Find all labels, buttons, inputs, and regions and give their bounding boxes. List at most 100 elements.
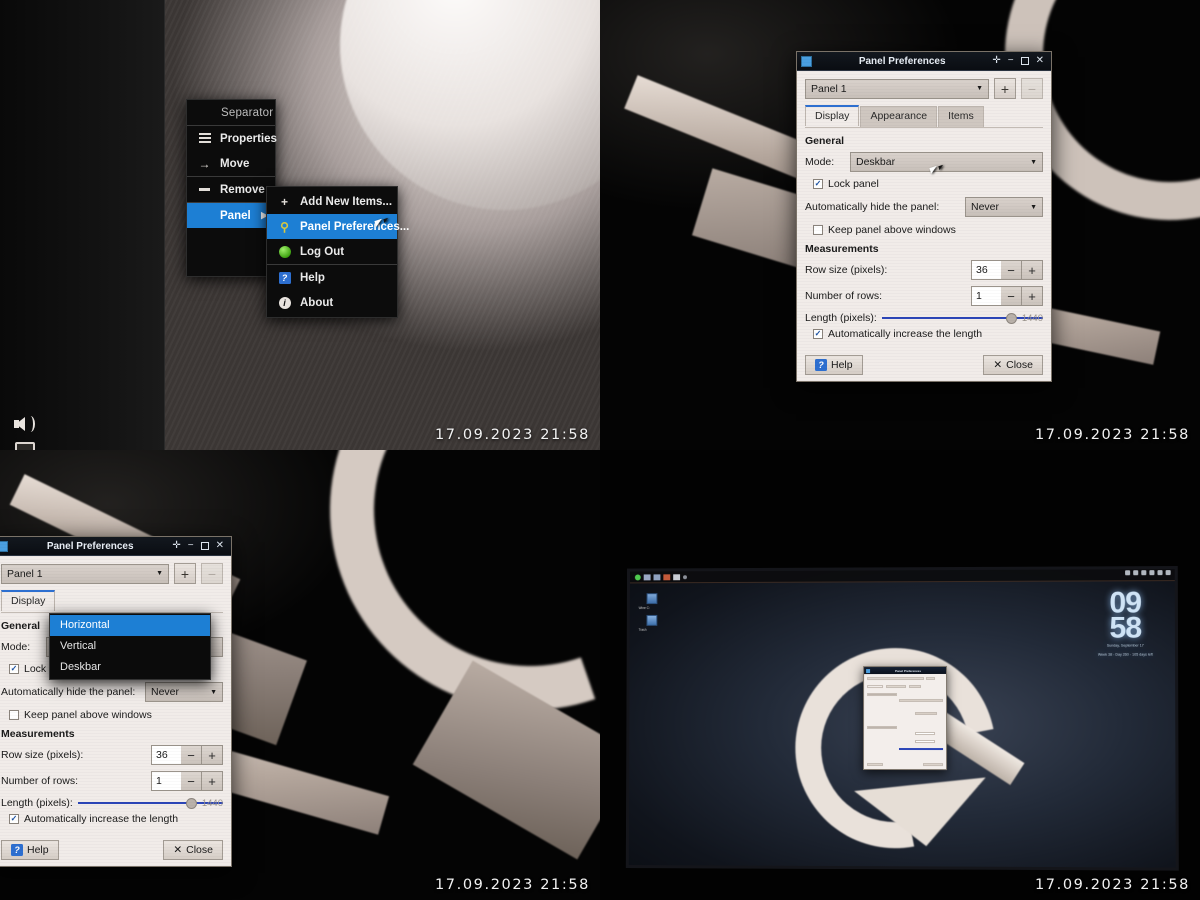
submenu-item-log-out[interactable]: Log Out — [267, 239, 397, 264]
auto-increase-checkbox[interactable] — [813, 329, 823, 339]
lock-panel-checkbox[interactable] — [813, 179, 823, 189]
tab-display[interactable]: Display — [805, 105, 860, 126]
length-label: Length (pixels): — [805, 312, 877, 324]
panel-launcher-2[interactable] — [653, 573, 661, 580]
row-size-decrement[interactable]: − — [1001, 260, 1022, 280]
panel-launcher-3[interactable] — [663, 573, 671, 580]
panel-launcher-1[interactable] — [643, 573, 651, 580]
num-rows-stepper[interactable]: 1 − + — [151, 771, 223, 791]
timestamp-overlay: 17.09.2023 21:58 — [1034, 877, 1190, 893]
desktop-icon-wine-c[interactable] — [646, 593, 658, 605]
auto-increase-checkbox[interactable] — [9, 814, 19, 824]
row-size-value[interactable]: 36 — [151, 745, 181, 765]
minimize-icon[interactable]: − — [1008, 56, 1014, 66]
tray-icon-6[interactable] — [1165, 570, 1171, 576]
tray-icon-3[interactable] — [1141, 570, 1147, 576]
tray-icon-1[interactable] — [1125, 570, 1131, 576]
system-tray[interactable] — [1125, 570, 1171, 576]
row-size-increment[interactable]: + — [202, 745, 223, 765]
length-label: Length (pixels): — [1, 797, 73, 809]
help-button[interactable]: ? Help — [1, 840, 59, 860]
dialog-titlebar[interactable]: Panel Preferences ✛ − ✕ — [0, 537, 231, 556]
panel-submenu[interactable]: + Add New Items... ⚲ Panel Preferences..… — [266, 186, 409, 318]
menu-item-properties[interactable]: Properties — [187, 126, 277, 151]
applications-menu-icon[interactable] — [634, 573, 641, 580]
num-rows-value[interactable]: 1 — [151, 771, 181, 791]
maximize-icon[interactable] — [1020, 57, 1029, 65]
num-rows-increment[interactable]: + — [202, 771, 223, 791]
autohide-select[interactable]: Never ▼ — [965, 197, 1043, 217]
volume-icon[interactable] — [14, 413, 36, 435]
menu-item-remove[interactable]: Remove — [187, 176, 275, 202]
keep-above-checkbox[interactable] — [9, 710, 19, 720]
dialog-titlebar[interactable]: Panel Preferences ✛ − ✕ — [797, 52, 1051, 71]
panel-preferences-dialog[interactable]: Panel Preferences ✛ − ✕ Panel 1 ▼ + − Di… — [0, 536, 232, 867]
add-panel-button[interactable]: + — [994, 78, 1016, 99]
help-button[interactable]: ? Help — [805, 355, 863, 375]
mini-panel-preferences-dialog[interactable]: Panel Preferences — [863, 665, 948, 771]
num-rows-increment[interactable]: + — [1022, 286, 1043, 306]
tray-icon-5[interactable] — [1157, 570, 1163, 576]
slider-knob[interactable] — [1006, 312, 1017, 324]
dropdown-option-vertical[interactable]: Vertical — [50, 636, 210, 657]
lock-panel-checkbox[interactable] — [9, 664, 19, 674]
panel-select[interactable]: Panel 1 ▼ — [1, 563, 169, 584]
auto-increase-row[interactable]: Automatically increase the length — [813, 328, 1043, 340]
submenu-item-add-new-items[interactable]: + Add New Items... — [267, 189, 397, 214]
display-icon[interactable] — [14, 437, 36, 450]
stick-icon[interactable]: ✛ — [992, 56, 1000, 66]
row-size-value[interactable]: 36 — [971, 260, 1001, 280]
num-rows-decrement[interactable]: − — [181, 771, 202, 791]
submenu-item-help[interactable]: ? Help — [267, 264, 397, 290]
tab-display[interactable]: Display — [1, 590, 56, 611]
tray-icon-2[interactable] — [1133, 570, 1139, 576]
keep-above-row[interactable]: Keep panel above windows — [9, 709, 223, 721]
close-button[interactable]: ✕ Close — [983, 355, 1043, 375]
num-rows-decrement[interactable]: − — [1001, 286, 1022, 306]
desktop-icon-trash[interactable] — [646, 614, 658, 626]
menu-item-panel[interactable]: Panel ▶ — [187, 202, 275, 228]
length-slider[interactable]: 1440 — [881, 311, 1043, 325]
close-icon[interactable]: ✕ — [1036, 56, 1044, 66]
tab-items[interactable]: Items — [938, 106, 984, 127]
arrow-right-icon: → — [198, 156, 211, 171]
length-slider[interactable]: 1440 — [77, 796, 223, 810]
panel-select[interactable]: Panel 1 ▼ — [805, 78, 989, 99]
tray-icon-4[interactable] — [1149, 570, 1155, 576]
dropdown-option-deskbar[interactable]: Deskbar — [50, 657, 210, 678]
panel-context-menu[interactable]: Separator Properties → Move Remove Panel… — [186, 99, 277, 277]
mode-dropdown-list[interactable]: Horizontal Vertical Deskbar — [49, 613, 211, 680]
row-size-stepper[interactable]: 36 − + — [151, 745, 223, 765]
keep-above-checkbox[interactable] — [813, 225, 823, 235]
slider-knob[interactable] — [186, 797, 197, 809]
row-size-increment[interactable]: + — [1022, 260, 1043, 280]
dropdown-option-horizontal[interactable]: Horizontal — [50, 615, 210, 636]
maximize-icon[interactable] — [200, 542, 209, 550]
auto-increase-row[interactable]: Automatically increase the length — [9, 813, 223, 825]
num-rows-stepper[interactable]: 1 − + — [971, 286, 1043, 306]
dialog-tabs: Display — [1, 590, 223, 613]
row-size-stepper[interactable]: 36 − + — [971, 260, 1043, 280]
keep-above-row[interactable]: Keep panel above windows — [813, 224, 1043, 236]
close-icon[interactable]: ✕ — [216, 541, 224, 551]
mode-select[interactable]: Deskbar ▼ — [850, 152, 1043, 172]
row-size-decrement[interactable]: − — [181, 745, 202, 765]
xfce-top-panel[interactable] — [629, 569, 1175, 584]
submenu-item-about[interactable]: i About — [267, 290, 397, 315]
xfce-vertical-panel[interactable] — [0, 0, 165, 450]
panel-launcher-5[interactable] — [683, 574, 687, 579]
stick-icon[interactable]: ✛ — [172, 541, 180, 551]
minimize-icon[interactable]: − — [188, 541, 194, 551]
autohide-row: Automatically hide the panel: Never ▼ — [805, 197, 1043, 217]
tab-appearance[interactable]: Appearance — [860, 106, 938, 127]
autohide-select[interactable]: Never ▼ — [145, 682, 223, 702]
submenu-item-panel-preferences[interactable]: ⚲ Panel Preferences... — [267, 214, 409, 239]
menu-item-move[interactable]: → Move — [187, 151, 275, 176]
screenshot-grid: Separator Properties → Move Remove Panel… — [0, 0, 1200, 900]
num-rows-value[interactable]: 1 — [971, 286, 1001, 306]
close-button[interactable]: ✕ Close — [163, 840, 223, 860]
lock-panel-row[interactable]: Lock panel — [813, 178, 1043, 190]
add-panel-button[interactable]: + — [174, 563, 196, 584]
panel-preferences-dialog[interactable]: Panel Preferences ✛ − ✕ Panel 1 ▼ + − Di… — [796, 51, 1052, 382]
panel-launcher-4[interactable] — [673, 573, 681, 580]
